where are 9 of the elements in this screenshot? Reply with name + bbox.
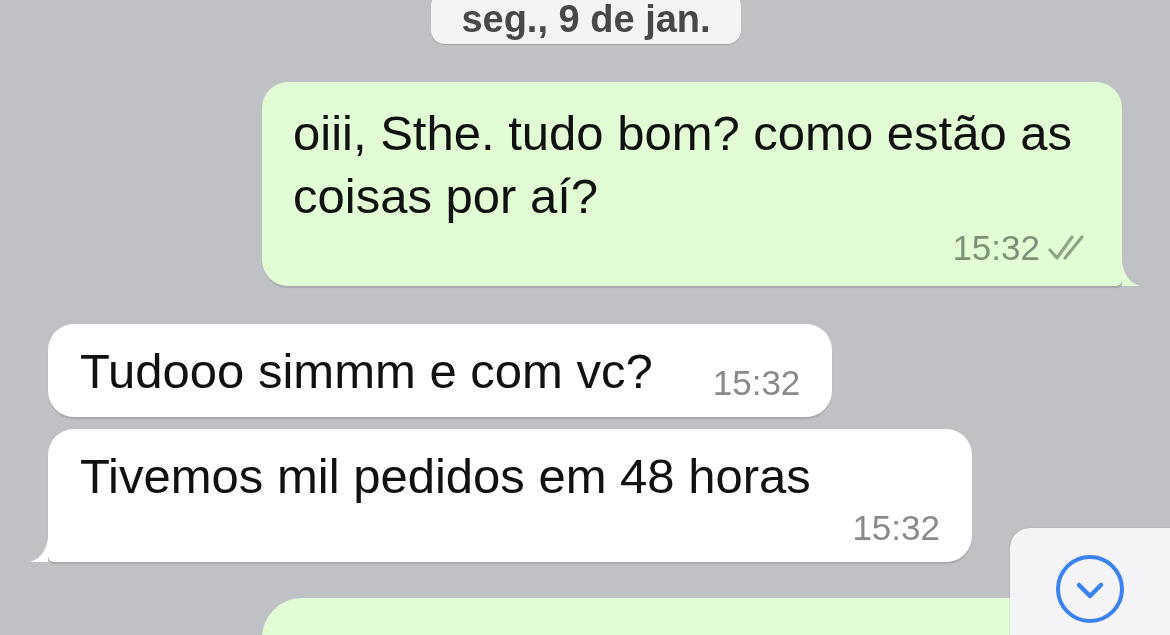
chevron-down-icon — [1055, 554, 1125, 624]
message-time: 15:32 — [712, 363, 801, 403]
message-time: 15:32 — [952, 228, 1040, 268]
message-text: Tudooo simmm e com vc? — [80, 343, 653, 400]
message-time: 15:32 — [852, 508, 940, 548]
message-text: oiii, Sthe. tudo bom? como estão as coisas por aí? — [293, 105, 1073, 225]
date-label: seg., 9 de jan. — [431, 0, 741, 44]
scroll-down-button[interactable] — [1010, 528, 1170, 635]
message-text: Tivemos mil pedidos em 48 horas — [80, 448, 811, 505]
